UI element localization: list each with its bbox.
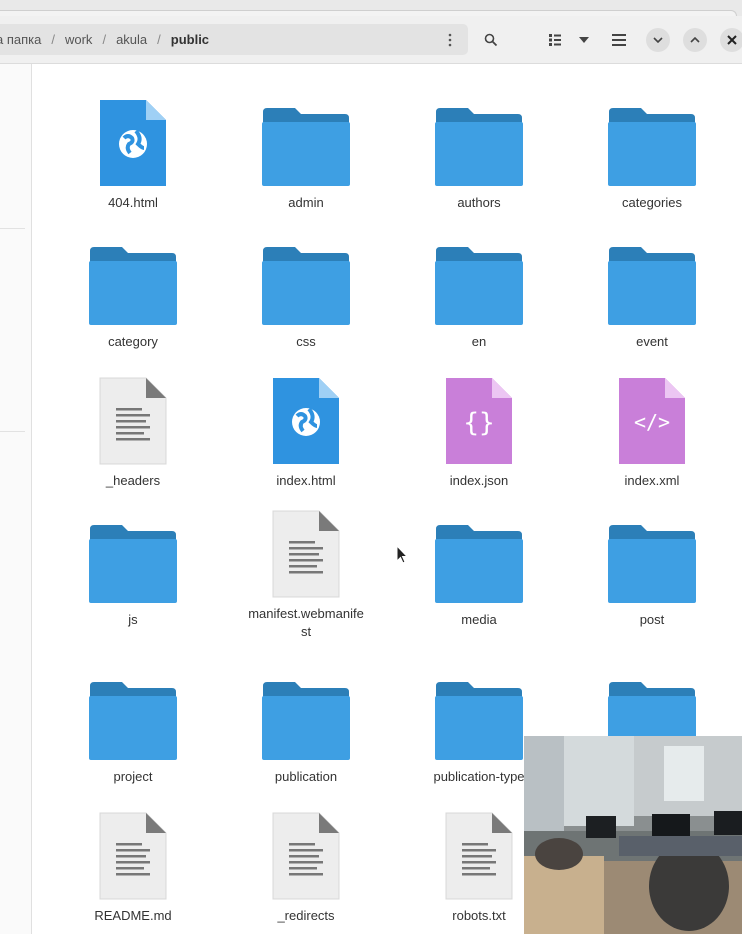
file-name: _redirects	[277, 908, 335, 923]
breadcrumb-akula[interactable]: akula	[110, 32, 153, 47]
text-file-icon	[258, 805, 354, 901]
folder-icon	[431, 92, 527, 188]
file-name: admin	[288, 195, 324, 210]
file-item[interactable]: </> index.xml	[572, 370, 732, 500]
text-file-icon	[85, 370, 181, 466]
file-item[interactable]: admin	[226, 92, 386, 222]
file-item[interactable]: categories	[572, 92, 732, 222]
file-item[interactable]: post	[572, 509, 732, 639]
folder-icon	[85, 666, 181, 762]
json-file-icon: {}	[431, 370, 527, 466]
file-name: event	[636, 334, 668, 349]
menu-icon[interactable]	[605, 26, 633, 54]
file-name: index.html	[276, 473, 336, 488]
file-item[interactable]: js	[53, 509, 213, 639]
breadcrumb-public[interactable]: public	[165, 32, 215, 47]
text-file-icon	[85, 805, 181, 901]
file-name: 404.html	[108, 195, 158, 210]
file-name: categories	[622, 195, 682, 210]
file-name: category	[108, 334, 158, 349]
file-item[interactable]: en	[399, 231, 559, 361]
folder-icon	[431, 666, 527, 762]
file-name: publication	[274, 769, 338, 784]
sidebar-divider	[0, 228, 25, 229]
file-name: css	[296, 334, 316, 349]
path-bar[interactable]: а папка / work / akula / public	[0, 24, 468, 55]
text-file-icon	[258, 509, 354, 599]
webcam-overlay	[524, 736, 742, 934]
file-name: en	[471, 334, 487, 349]
breadcrumb-separator: /	[102, 32, 107, 47]
file-item[interactable]: category	[53, 231, 213, 361]
file-name: index.xml	[624, 473, 680, 488]
file-name: index.json	[449, 473, 509, 488]
file-item[interactable]: 404.html	[53, 92, 213, 222]
file-item[interactable]: manifest.webmanifest	[226, 509, 386, 639]
svg-text:{}: {}	[463, 408, 494, 438]
folder-icon	[604, 509, 700, 605]
file-name: js	[128, 612, 138, 627]
breadcrumb-work[interactable]: work	[59, 32, 98, 47]
file-item[interactable]: README.md	[53, 805, 213, 935]
file-name: authors	[457, 195, 501, 210]
xml-file-icon: </>	[604, 370, 700, 466]
folder-icon	[258, 231, 354, 327]
file-item[interactable]: event	[572, 231, 732, 361]
file-item[interactable]: media	[399, 509, 559, 639]
maximize-icon[interactable]	[683, 28, 707, 52]
folder-icon	[604, 92, 700, 188]
html-file-icon	[258, 370, 354, 466]
file-item[interactable]: {} index.json	[399, 370, 559, 500]
sidebar-divider	[0, 431, 25, 432]
close-icon[interactable]	[720, 28, 742, 52]
file-item[interactable]: publication	[226, 666, 386, 796]
file-item[interactable]: authors	[399, 92, 559, 222]
file-name: robots.txt	[452, 908, 506, 923]
file-name: manifest.webmanifest	[248, 606, 364, 639]
mouse-cursor	[396, 544, 409, 570]
folder-icon	[85, 509, 181, 605]
more-vertical-icon[interactable]	[440, 30, 460, 50]
breadcrumb-separator: /	[51, 32, 55, 47]
header-bar: а папка / work / akula / public	[0, 16, 742, 64]
folder-icon	[258, 666, 354, 762]
file-item[interactable]: css	[226, 231, 386, 361]
file-name: post	[639, 612, 665, 627]
minimize-icon[interactable]	[646, 28, 670, 52]
svg-text:</>: </>	[634, 410, 670, 434]
window-titlebar	[0, 0, 742, 17]
chevron-down-icon[interactable]	[570, 26, 598, 54]
sidebar	[0, 64, 32, 934]
folder-icon	[85, 231, 181, 327]
file-name: media	[461, 612, 497, 627]
file-item[interactable]: index.html	[226, 370, 386, 500]
file-item[interactable]: project	[53, 666, 213, 796]
file-name: publication-type	[433, 769, 525, 784]
view-toggle-icon[interactable]	[541, 26, 569, 54]
html-file-icon	[85, 92, 181, 188]
file-name: README.md	[94, 908, 172, 923]
breadcrumb-separator: /	[157, 32, 161, 47]
folder-icon	[431, 509, 527, 605]
text-file-icon	[431, 805, 527, 901]
file-name: project	[113, 769, 153, 784]
folder-icon	[258, 92, 354, 188]
file-item[interactable]: _headers	[53, 370, 213, 500]
breadcrumb-home-folder[interactable]: а папка	[0, 32, 47, 47]
folder-icon	[431, 231, 527, 327]
file-name: _headers	[105, 473, 161, 488]
file-item[interactable]: _redirects	[226, 805, 386, 935]
folder-icon	[604, 231, 700, 327]
search-icon[interactable]	[477, 26, 505, 54]
